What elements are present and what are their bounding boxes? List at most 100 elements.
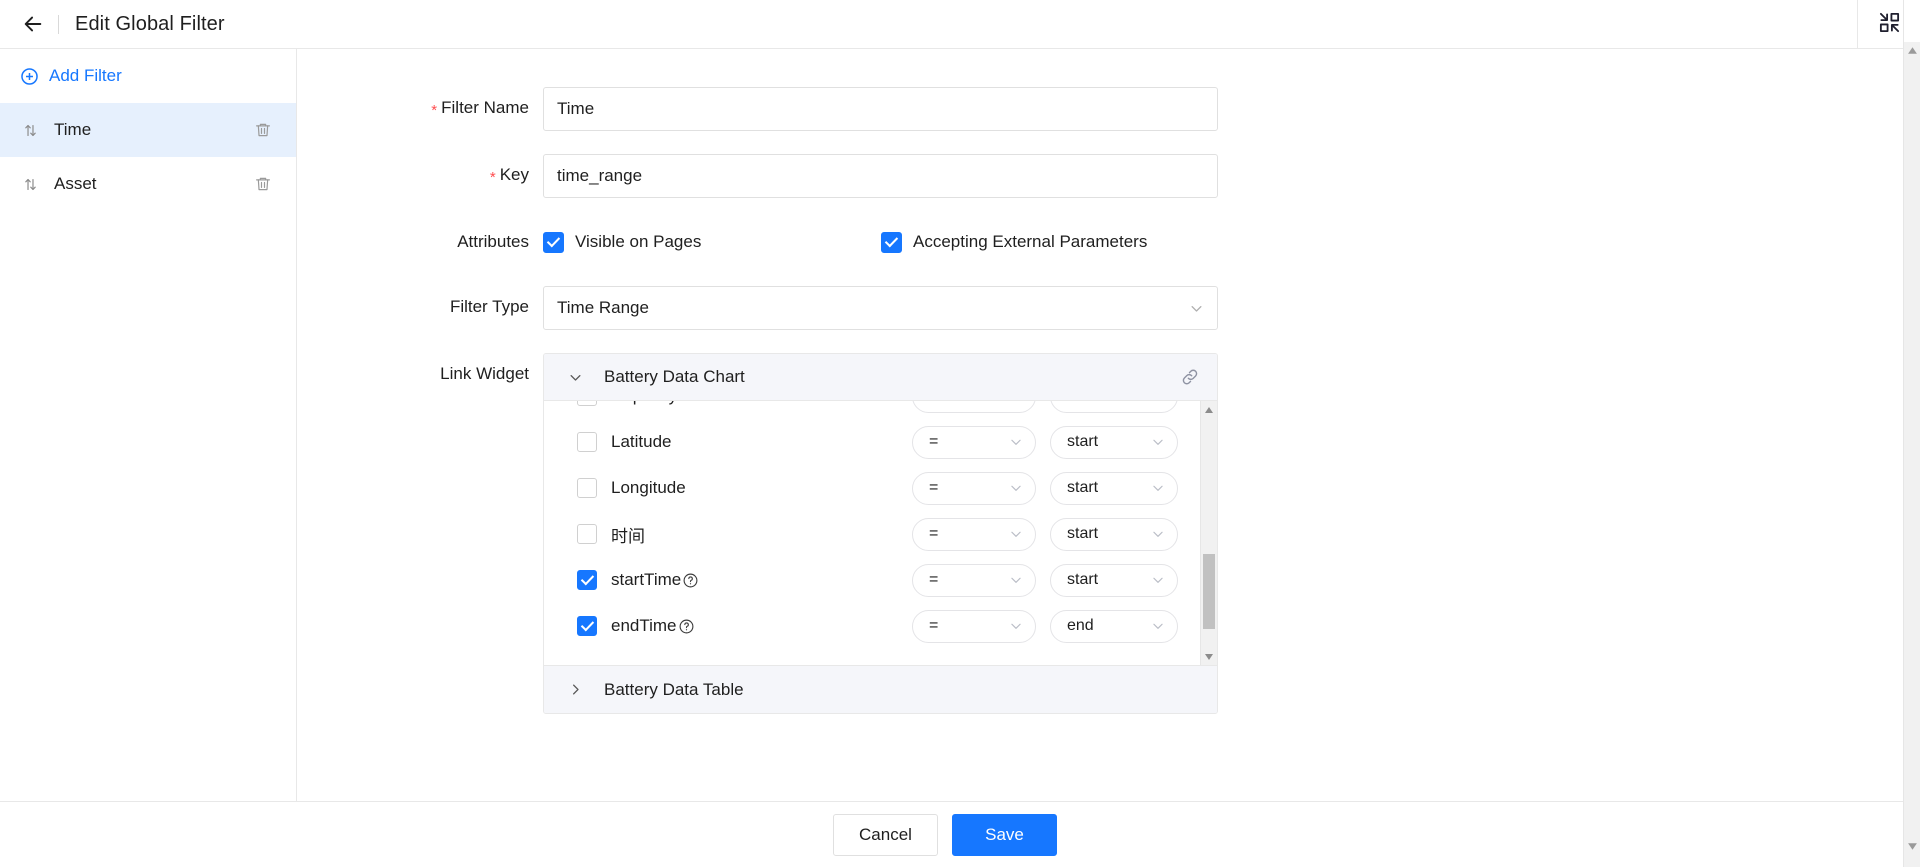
chevron-down-icon xyxy=(1009,481,1023,495)
row-operator-select[interactable]: = xyxy=(912,563,1036,597)
row-value-select[interactable]: start xyxy=(1050,471,1178,505)
link-widget-collapse: Battery Data Chart Latitude = start Long… xyxy=(543,353,1218,714)
form-row-filter-type: Filter Type Time Range xyxy=(297,286,1920,330)
cancel-button[interactable]: Cancel xyxy=(833,813,938,856)
filter-form: *Filter Name *Key A xyxy=(297,49,1920,714)
link-widget-label: Link Widget xyxy=(440,364,529,383)
topbar-divider xyxy=(58,14,59,34)
row-operator-value: = xyxy=(929,617,939,634)
row-operator-select[interactable]: = xyxy=(912,609,1036,643)
collapse-header-battery-data-table[interactable]: Battery Data Table xyxy=(544,666,1217,713)
widget-row[interactable]: Longitude = start xyxy=(544,465,1200,511)
checkbox-box[interactable] xyxy=(881,231,902,253)
row-checkbox[interactable] xyxy=(577,616,597,636)
row-checkbox[interactable] xyxy=(577,478,597,498)
chevron-down-icon xyxy=(1009,573,1023,587)
arrow-left-icon xyxy=(22,13,44,35)
row-checkbox[interactable] xyxy=(577,401,597,406)
row-value-select[interactable]: start xyxy=(1050,517,1178,551)
help-circle-icon[interactable] xyxy=(682,572,699,589)
collapse-header-battery-data-chart[interactable]: Battery Data Chart xyxy=(544,354,1217,401)
back-button[interactable] xyxy=(16,7,50,41)
chevron-down-icon xyxy=(1189,301,1204,316)
row-value-select[interactable]: start xyxy=(1050,425,1178,459)
row-checkbox[interactable] xyxy=(577,432,597,452)
chevron-right-icon xyxy=(568,682,586,697)
plus-circle-icon xyxy=(20,67,39,86)
help-circle-icon[interactable] xyxy=(678,618,695,635)
page-body: Add Filter Time Asset * Filter Name Time… xyxy=(0,49,1920,801)
row-checkbox[interactable] xyxy=(577,524,597,544)
checkbox-accepting-external-parameters[interactable]: Accepting External Parameters xyxy=(881,231,1147,253)
row-operator-select[interactable]: = xyxy=(912,471,1036,505)
row-operator-select[interactable]: = xyxy=(912,517,1036,551)
scroll-down-arrow-icon[interactable] xyxy=(1201,648,1217,665)
widget-rows: Capacity = start xyxy=(544,401,1200,649)
row-field-name: Longitude xyxy=(611,478,686,497)
sidebar-item-asset[interactable]: Asset xyxy=(0,157,296,211)
row-field-name: endTime xyxy=(611,616,912,636)
row-checkbox[interactable] xyxy=(577,570,597,590)
page-scroll-down-arrow-icon[interactable] xyxy=(1904,838,1920,855)
chevron-down-icon xyxy=(568,370,586,385)
sort-handle-icon[interactable] xyxy=(20,122,40,139)
chevron-down-icon xyxy=(1151,435,1165,449)
checkbox-box[interactable] xyxy=(543,231,564,253)
chevron-down-icon xyxy=(1009,401,1023,403)
row-value: start xyxy=(1067,571,1099,588)
row-value-select[interactable]: start xyxy=(1050,563,1178,597)
filters-sidebar: Add Filter Time Asset xyxy=(0,49,297,801)
sidebar-item-label: Time xyxy=(54,120,92,139)
collapse-title: Battery Data Chart xyxy=(604,367,745,386)
row-value-select[interactable]: end xyxy=(1050,609,1178,643)
row-value: end xyxy=(1067,617,1094,634)
widget-row[interactable]: Latitude = start xyxy=(544,419,1200,465)
chevron-down-icon xyxy=(1009,619,1023,633)
chevron-down-icon xyxy=(1009,435,1023,449)
widget-row[interactable]: endTime = end xyxy=(544,603,1200,649)
widget-row[interactable]: startTime = start xyxy=(544,557,1200,603)
collapse-title: Battery Data Table xyxy=(604,679,744,699)
page-scroll-up-arrow-icon[interactable] xyxy=(1904,42,1920,59)
row-operator-value: = xyxy=(929,479,939,496)
page-title: Edit Global Filter xyxy=(75,12,225,35)
widget-row[interactable]: Capacity = start xyxy=(544,401,1200,419)
row-field-name: Capacity xyxy=(611,401,912,406)
widget-rows-viewport: Capacity = start xyxy=(544,401,1200,665)
checkbox-label: Visible on Pages xyxy=(575,232,702,251)
filter-form-pane: *Filter Name *Key A xyxy=(297,49,1920,801)
filter-type-select[interactable]: Time Range xyxy=(543,286,1218,330)
link-icon[interactable] xyxy=(1180,367,1200,387)
row-operator-value: = xyxy=(929,571,939,588)
save-button[interactable]: Save xyxy=(952,813,1057,856)
row-field-name: startTime xyxy=(611,570,912,590)
row-value-select[interactable]: start xyxy=(1050,401,1178,413)
row-field-name: Latitude xyxy=(611,432,672,451)
sidebar-item-time[interactable]: Time xyxy=(0,103,296,157)
key-input[interactable] xyxy=(543,154,1218,198)
widget-list-scrollbar[interactable] xyxy=(1200,401,1217,665)
row-operator-select[interactable]: = xyxy=(912,401,1036,413)
chevron-down-icon xyxy=(1151,481,1165,495)
row-operator-select[interactable]: = xyxy=(912,425,1036,459)
collapse-body-battery-data-chart: Capacity = start xyxy=(544,401,1217,666)
scroll-up-arrow-icon[interactable] xyxy=(1201,401,1217,418)
form-row-attributes: Attributes Visible on Pages Accepting Ex… xyxy=(297,221,1920,263)
sidebar-item-label: Asset xyxy=(54,174,97,193)
chevron-down-icon xyxy=(1151,573,1165,587)
checkbox-visible-on-pages[interactable]: Visible on Pages xyxy=(543,231,881,253)
filter-name-input[interactable] xyxy=(543,87,1218,131)
required-asterisk: * xyxy=(489,169,496,186)
sort-handle-icon[interactable] xyxy=(20,176,40,193)
chevron-down-icon xyxy=(1151,527,1165,541)
trash-icon[interactable] xyxy=(254,175,272,193)
widget-row[interactable]: 时间 = start xyxy=(544,511,1200,557)
trash-icon[interactable] xyxy=(254,121,272,139)
row-value: start xyxy=(1067,433,1099,450)
page-scrollbar[interactable] xyxy=(1903,0,1920,867)
row-operator-value: = xyxy=(929,433,939,450)
scrollbar-thumb[interactable] xyxy=(1203,554,1215,629)
row-operator-value: = xyxy=(929,525,939,542)
add-filter-button[interactable]: Add Filter xyxy=(0,49,296,103)
filter-name-label: * Filter Name xyxy=(431,98,529,119)
